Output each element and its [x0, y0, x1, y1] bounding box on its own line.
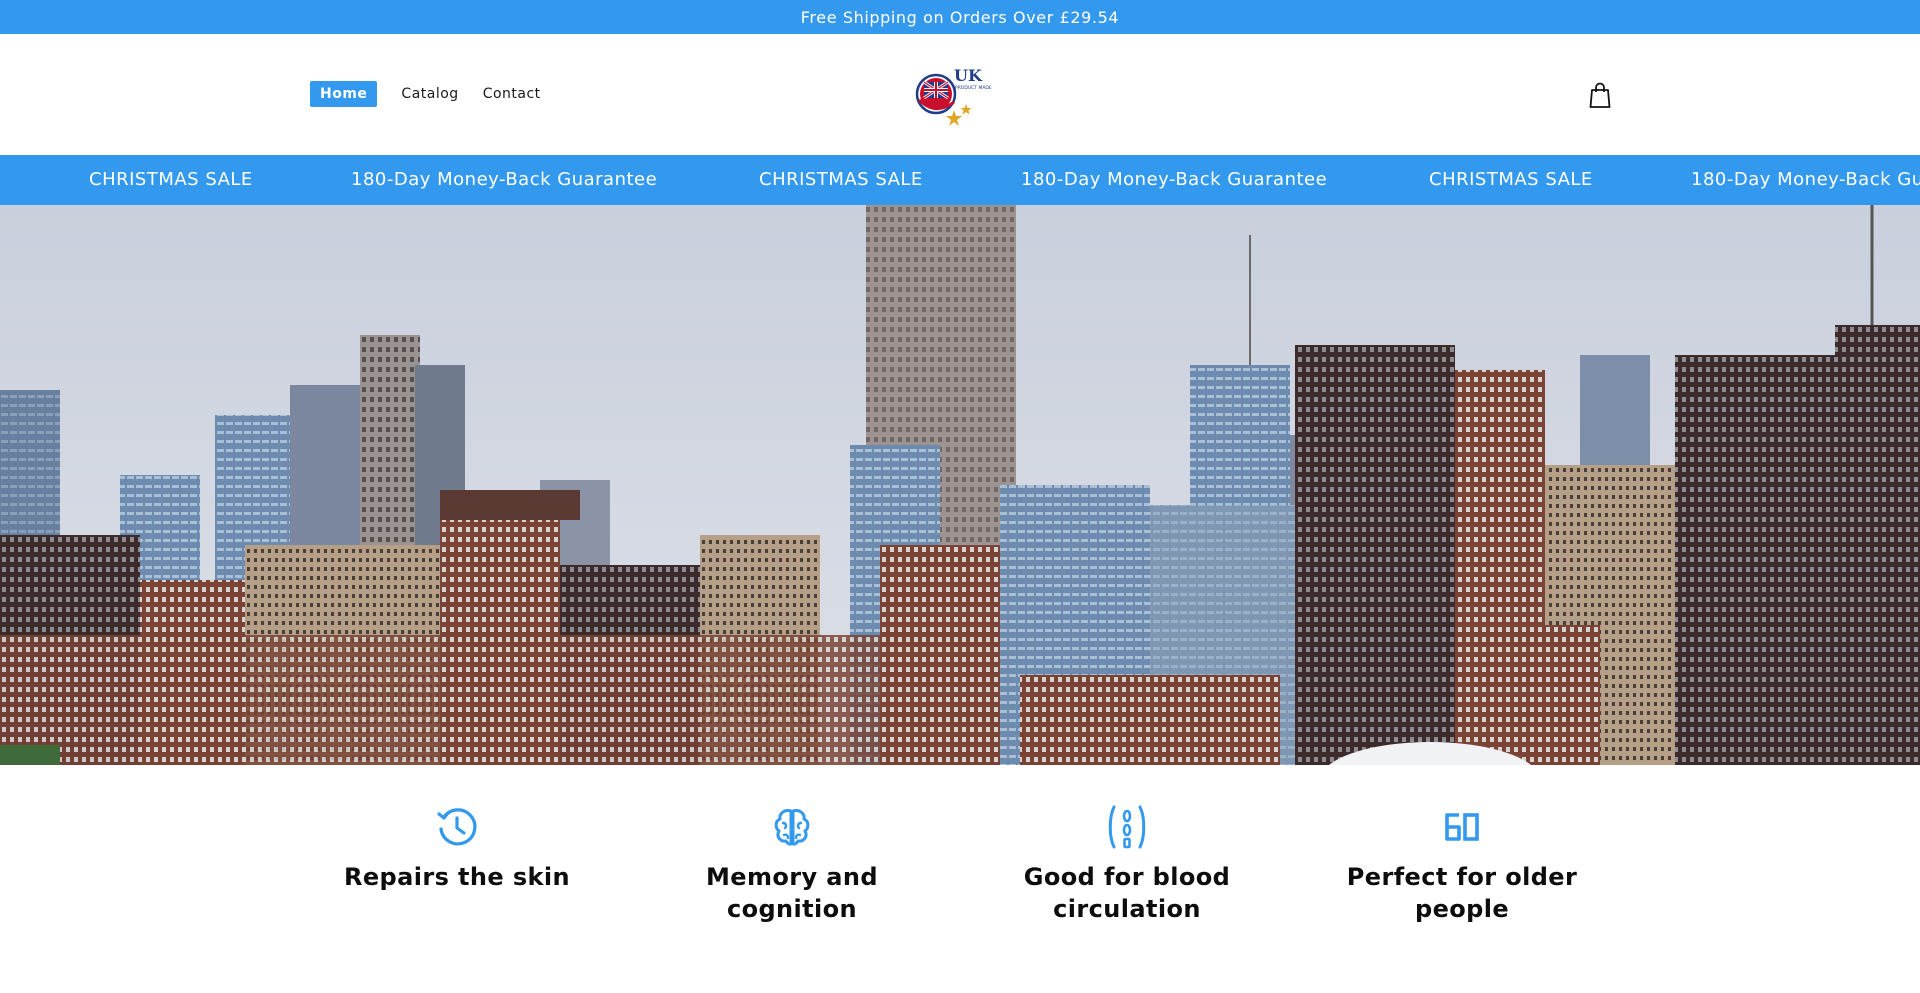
- marquee-item: 180-Day Money-Back Guarantee: [1021, 169, 1328, 190]
- hero-banner: [0, 205, 1920, 765]
- feature-item: Good for blood circulation: [987, 805, 1267, 925]
- feature-item: Repairs the skin: [317, 805, 597, 893]
- announcement-text: Free Shipping on Orders Over £29.54: [800, 7, 1120, 27]
- feature-item: Memory and cognition: [652, 805, 932, 925]
- logo-text-sub: PRODUCT MADE: [955, 85, 992, 91]
- marquee-item: CHRISTMAS SALE: [1429, 169, 1593, 190]
- brain-icon: [774, 809, 810, 846]
- dna-strand-icon: [1108, 805, 1146, 849]
- site-header: Home Catalog Contact UK PRODUCT MADE: [0, 34, 1920, 155]
- features-section: Repairs the skin Memory and cognition Go…: [0, 765, 1920, 993]
- marquee-item: CHRISTMAS SALE: [759, 169, 923, 190]
- city-skyline-photo: [0, 205, 1920, 765]
- shopping-bag-icon: [1589, 82, 1611, 108]
- promo-marquee: CHRISTMAS SALE 180-Day Money-Back Guaran…: [0, 155, 1920, 205]
- feature-title: Good for blood circulation: [1023, 863, 1231, 923]
- feature-title: Repairs the skin: [344, 863, 570, 891]
- feature-title: Memory and cognition: [706, 863, 878, 923]
- feature-title: Perfect for older people: [1346, 863, 1578, 923]
- logo-text-main: UK: [954, 66, 983, 85]
- marquee-item: 180-Day Money-Back Guarantee: [351, 169, 658, 190]
- marquee-item: CHRISTMAS SALE: [89, 169, 253, 190]
- announcement-bar: Free Shipping on Orders Over £29.54: [0, 0, 1920, 34]
- history-clock-icon: [437, 808, 477, 846]
- marquee-item: 180-Day Money-Back Guarantee: [1691, 169, 1920, 190]
- feature-item: Perfect for older people: [1322, 805, 1602, 925]
- cart-button[interactable]: [1586, 80, 1614, 110]
- sixty-icon: [1445, 813, 1479, 841]
- site-logo[interactable]: UK PRODUCT MADE: [914, 64, 998, 128]
- nav-home-link[interactable]: Home: [310, 81, 378, 107]
- nav-catalog-link[interactable]: Catalog: [401, 81, 458, 107]
- main-nav: Home Catalog Contact: [310, 81, 565, 107]
- nav-contact-link[interactable]: Contact: [483, 81, 541, 107]
